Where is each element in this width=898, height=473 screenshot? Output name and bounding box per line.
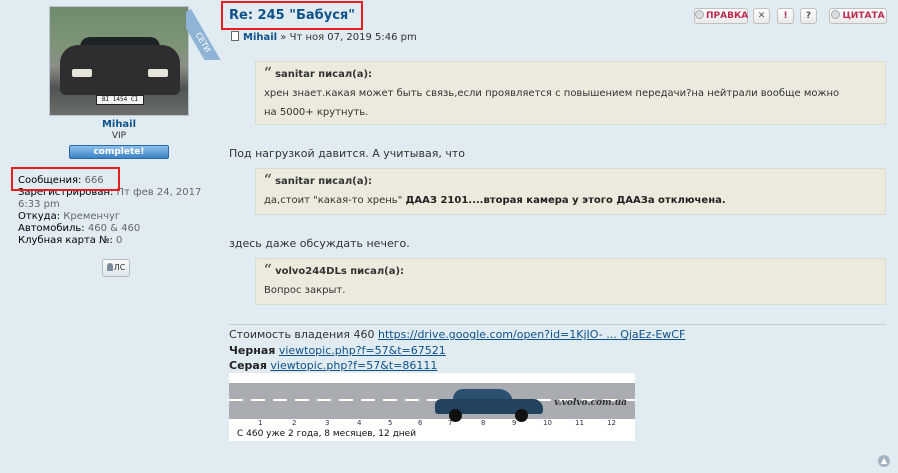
signature-link[interactable]: viewtopic.php?f=57&t=67521 [279, 344, 446, 357]
banner-caption: С 460 уже 2 года, 8 месяцев, 12 дней [237, 429, 417, 439]
post-date: » Чт ноя 07, 2019 5:46 pm [280, 32, 417, 43]
post-author[interactable]: Mihail [243, 32, 277, 43]
post-title[interactable]: Re: 245 "Бабуся" [229, 8, 355, 23]
banner-tick: 1 [258, 419, 263, 427]
stat-from-label: Откуда: [18, 211, 61, 222]
quote-cite: “sanitar писал(а): [264, 65, 877, 81]
username[interactable]: Mihail [0, 119, 238, 130]
avatar-headlamp-left [72, 69, 92, 77]
banner-tick: 3 [325, 419, 330, 427]
banner-car [435, 387, 545, 422]
banner-tick: 2 [292, 419, 297, 427]
user-icon [106, 263, 113, 271]
quote-cite: “sanitar писал(а): [264, 172, 877, 188]
signature-link[interactable]: viewtopic.php?f=57&t=86111 [270, 359, 437, 372]
stat-registered-time: 6:33 pm [18, 199, 201, 211]
quote-block: “sanitar писал(а): хрен знает.какая може… [255, 61, 886, 125]
quote-mark-icon: “ [264, 172, 273, 188]
banner-site: v.volvo.com.ua [554, 398, 627, 408]
quote-text: Вопрос закрыт. [264, 285, 346, 296]
quote-text: на 5000+ крутнуть. [264, 107, 369, 118]
delete-icon: ✕ [757, 11, 766, 21]
signature-label: Черная [229, 344, 276, 357]
quote-block: “sanitar писал(а): да,стоит "какая-то хр… [255, 168, 886, 215]
private-message-button[interactable]: ЛС [102, 259, 130, 277]
info-button[interactable]: ? [800, 8, 817, 24]
avatar[interactable]: BI 1454 CI [49, 6, 189, 116]
banner-tick: 5 [388, 419, 393, 427]
stat-club-card-value: 0 [116, 235, 123, 246]
post-text: Под нагрузкой давится. А учитывая, что [229, 147, 465, 160]
report-icon: ! [783, 11, 788, 21]
stat-car-label: Автомобиль: [18, 223, 85, 234]
quote-cite-text: sanitar писал(а): [275, 176, 373, 187]
stat-from: Откуда: Кременчуг [18, 211, 201, 223]
quote-text: да,стоит "какая-то хрень" ДААЗ 2101....в… [264, 191, 877, 210]
user-rank: VIP [111, 131, 127, 141]
signature-line: Стоимость владения 460 https://drive.goo… [229, 328, 685, 341]
avatar-plate: BI 1454 CI [96, 95, 144, 105]
info-icon: ? [805, 11, 812, 21]
forum-post: BI 1454 CI СЕТИ Mihail VIP complete! Соо… [0, 0, 898, 473]
banner-tick: 6 [418, 419, 423, 427]
signature-banner[interactable]: v.volvo.com.ua 1 2 3 4 5 6 7 8 9 10 11 1… [229, 373, 635, 441]
edit-icon [695, 10, 704, 19]
banner-tick: 10 [543, 419, 552, 427]
banner-tick: 11 [575, 419, 584, 427]
stat-club-card-label: Клубная карта №: [18, 235, 113, 246]
stat-club-card: Клубная карта №: 0 [18, 235, 201, 247]
rank-badge: complete! [69, 145, 169, 159]
quote-text-plain: да,стоит "какая-то хрень" [264, 195, 406, 206]
edit-button[interactable]: ПРАВКА [694, 8, 748, 24]
quote-cite: “volvo244DLs писал(а): [264, 262, 877, 278]
signature-line: Черная viewtopic.php?f=57&t=67521 [229, 344, 446, 357]
quote-cite-text: volvo244DLs писал(а): [275, 266, 405, 277]
edit-label: ПРАВКА [706, 11, 749, 21]
avatar-headlamp-right [148, 69, 168, 77]
private-message-label: ЛС [113, 263, 126, 272]
post-text: здесь даже обсуждать нечего. [229, 237, 410, 250]
quote-text: хрен знает.какая может быть связь,если п… [264, 88, 840, 99]
quote-mark-icon: “ [264, 262, 273, 278]
quote-label: ЦИТАТА [842, 11, 885, 21]
quote-button[interactable]: ЦИТАТА [829, 8, 887, 24]
banner-tick: 12 [607, 419, 616, 427]
signature-link[interactable]: https://drive.google.com/open?id=1KjIO- … [378, 328, 685, 341]
stat-registered-value: Пт фев 24, 2017 [116, 187, 202, 198]
online-ribbon: СЕТИ [186, 0, 222, 60]
banner-ruler: 1 2 3 4 5 6 7 8 9 10 11 12 [229, 419, 635, 429]
signature-divider [229, 324, 886, 325]
quote-mark-icon: “ [264, 65, 273, 81]
signature-label: Стоимость владения 460 [229, 328, 375, 341]
banner-tick: 7 [448, 419, 453, 427]
banner-tick: 8 [481, 419, 486, 427]
back-to-top-icon[interactable]: ▲ [878, 455, 890, 467]
delete-button[interactable]: ✕ [753, 8, 770, 24]
quote-icon [831, 10, 841, 19]
quote-block: “volvo244DLs писал(а): Вопрос закрыт. [255, 258, 886, 305]
post-icon[interactable] [231, 31, 239, 41]
stat-car: Автомобиль: 460 & 460 [18, 223, 201, 235]
signature-line: Серая viewtopic.php?f=57&t=86111 [229, 359, 437, 372]
post-meta: Mihail » Чт ноя 07, 2019 5:46 pm [231, 31, 417, 43]
stat-car-value: 460 & 460 [87, 223, 141, 234]
quote-cite-text: sanitar писал(а): [275, 69, 373, 80]
online-ribbon-label: СЕТИ [186, 8, 222, 60]
quote-text-bold: ДААЗ 2101....вторая камера у этого ДААЗа… [405, 195, 726, 206]
signature-label: Серая [229, 359, 267, 372]
stat-registered-time-value: 6:33 pm [18, 199, 60, 210]
banner-tick: 9 [512, 419, 517, 427]
banner-tick: 4 [357, 419, 362, 427]
post-profile: BI 1454 CI СЕТИ Mihail VIP complete! Соо… [0, 0, 222, 473]
report-button[interactable]: ! [777, 8, 794, 24]
stat-from-value: Кременчуг [63, 211, 121, 222]
highlight-box-posts [11, 167, 120, 191]
